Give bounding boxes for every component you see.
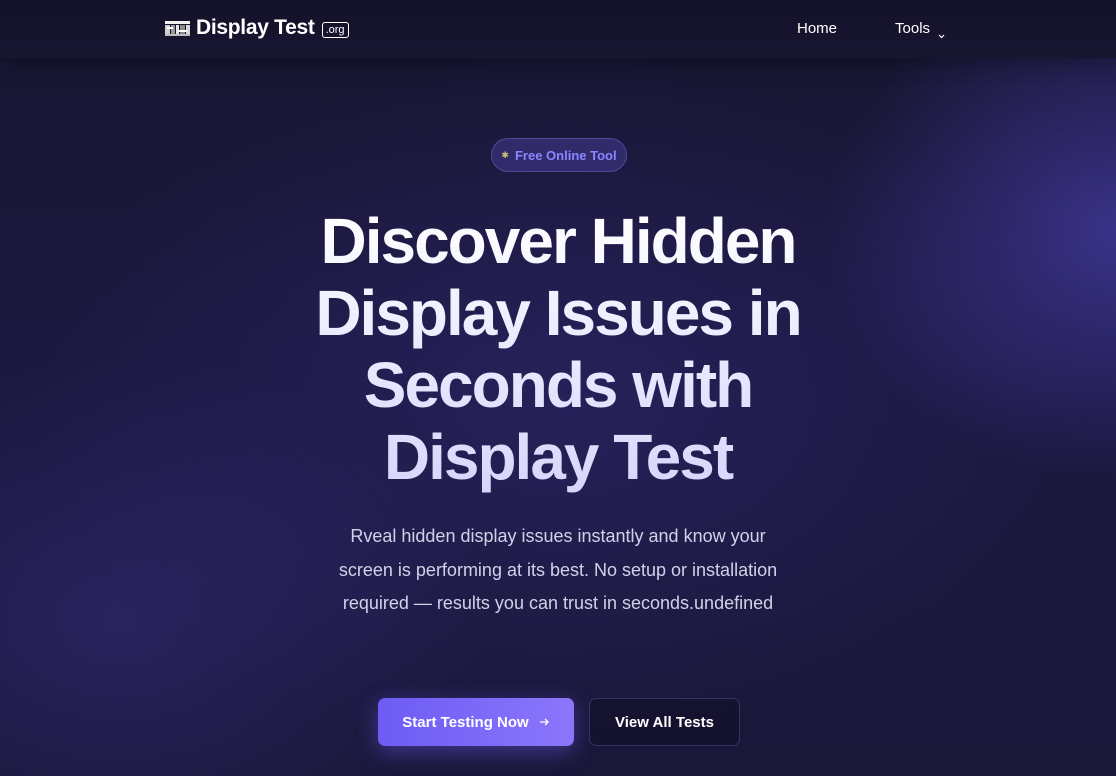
arrow-right-icon [539,715,550,730]
nav-tools-label: Tools [895,20,931,37]
start-testing-label: Start Testing Now [402,713,529,731]
hero-description: Rveal hidden display issues instantly an… [338,526,778,613]
logo-tld: .org [321,22,349,38]
sparkle-icon: ✱ [501,149,509,160]
view-all-tests-button[interactable]: View All Tests [589,698,740,746]
nav-tools[interactable]: Tools [895,20,945,38]
page: Display Test .org Home Tools ✱ Free Onli… [0,0,1116,776]
chevron-down-icon [938,26,945,38]
main-nav: Home Tools [797,20,945,38]
display-glitch-icon [165,19,190,37]
view-all-tests-label: View All Tests [615,713,714,731]
site-header: Display Test .org Home Tools [0,0,1116,58]
badge-label: Free Online Tool [514,147,617,163]
logo-text: Display Test [196,16,315,39]
start-testing-button[interactable]: Start Testing Now [378,698,574,746]
hero-headline: Discover Hidden Display Issues in Second… [258,205,858,493]
logo-link[interactable]: Display Test .org [165,16,349,40]
free-tool-badge: ✱ Free Online Tool [491,138,627,172]
nav-home[interactable]: Home [797,20,837,37]
